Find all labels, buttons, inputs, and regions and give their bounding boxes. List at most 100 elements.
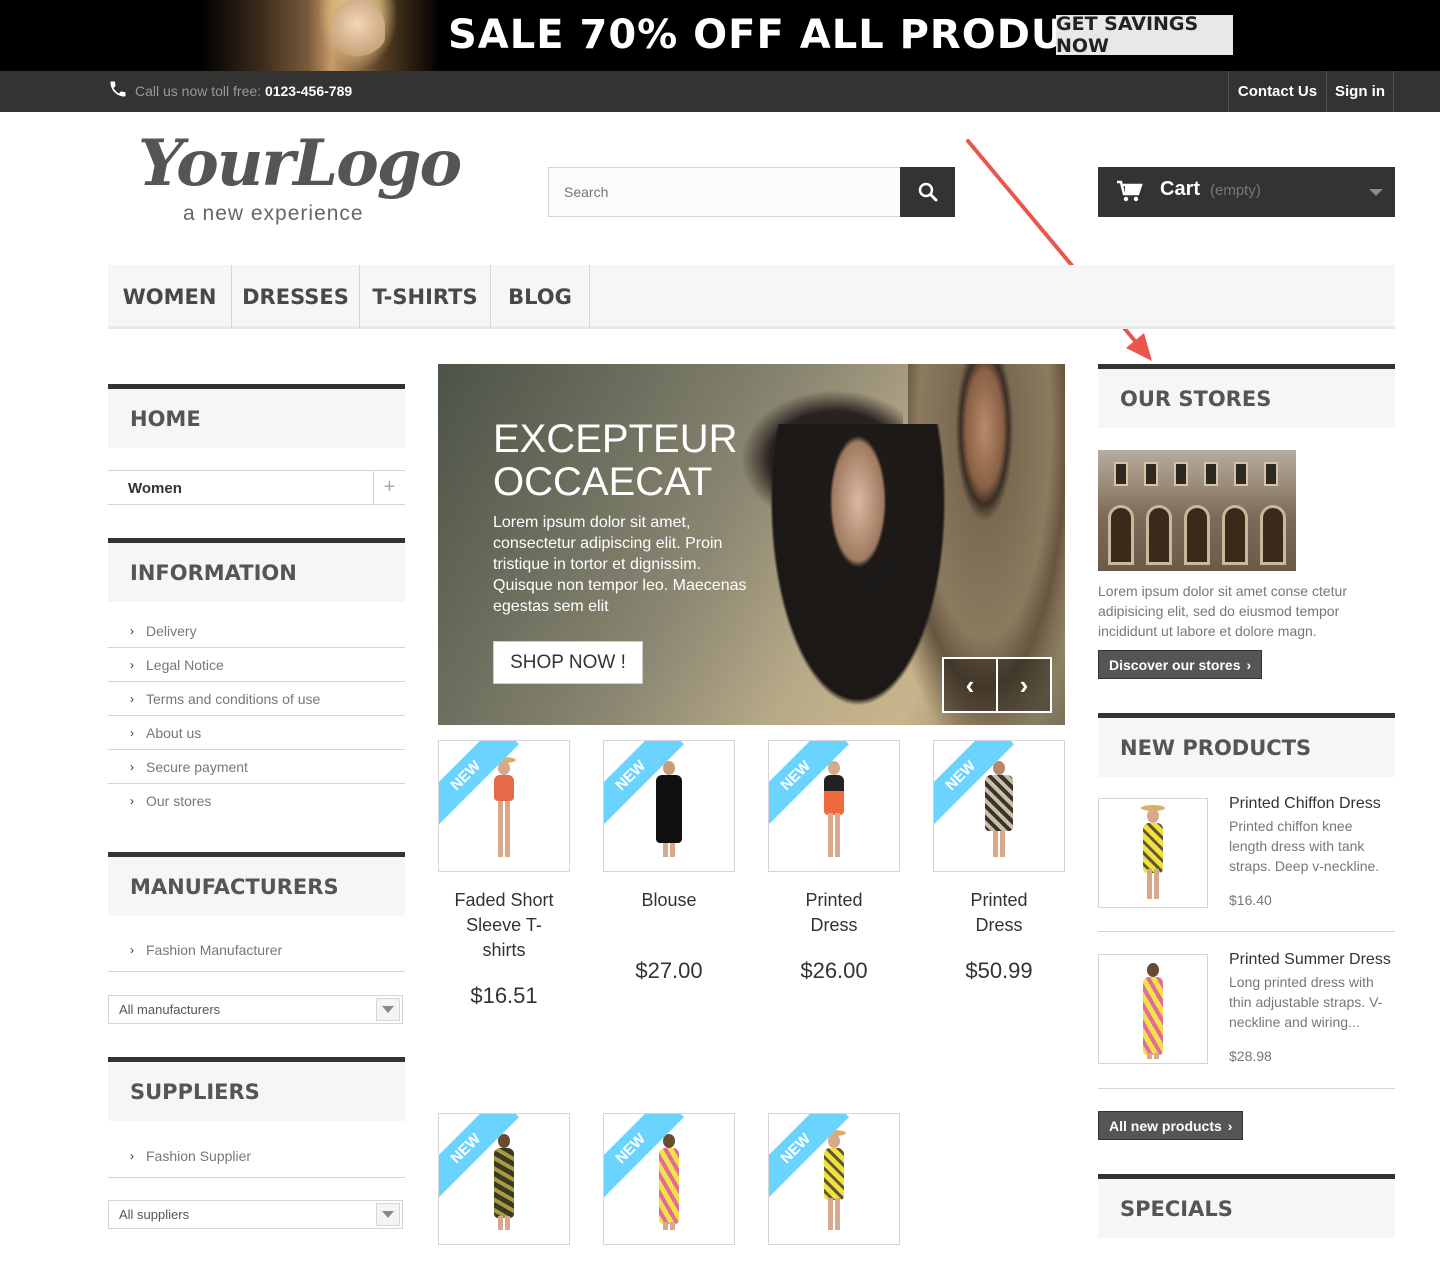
- main-menu: WOMEN DRESSES T-SHIRTS BLOG: [108, 265, 1395, 329]
- info-link-label: Secure payment: [146, 758, 248, 775]
- new-product-name[interactable]: Printed Chiffon Dress: [1229, 795, 1399, 813]
- discover-stores-label: Discover our stores: [1109, 656, 1241, 673]
- product-image[interactable]: NEW: [603, 740, 735, 872]
- chevron-right-icon: ›: [1246, 656, 1252, 673]
- discover-stores-button[interactable]: Discover our stores ›: [1098, 650, 1263, 679]
- homepage-slider[interactable]: EXCEPTEUR OCCAECAT Lorem ipsum dolor sit…: [438, 364, 1065, 725]
- info-link-our-stores[interactable]: › Our stores: [108, 784, 405, 818]
- our-stores-block-title[interactable]: OUR STORES: [1098, 364, 1395, 428]
- new-product-price: $28.98: [1229, 1048, 1272, 1064]
- annotation-arrow: [966, 139, 1152, 361]
- new-ribbon: NEW: [934, 741, 1019, 828]
- product-image[interactable]: NEW: [438, 1113, 570, 1245]
- chevron-right-icon: ›: [130, 691, 134, 706]
- product-name[interactable]: Printed Dress: [768, 888, 900, 938]
- product-name[interactable]: Faded Short Sleeve T-shirts: [438, 888, 570, 963]
- site-logo[interactable]: YourLogo a new experience: [138, 126, 462, 232]
- all-new-products-label: All new products: [1109, 1117, 1222, 1134]
- chevron-right-icon: ›: [130, 794, 134, 808]
- search-icon: [918, 182, 937, 202]
- search-button[interactable]: [900, 167, 955, 217]
- slider-title: EXCEPTEUR OCCAECAT: [493, 418, 738, 504]
- info-link-delivery[interactable]: › Delivery: [108, 614, 405, 648]
- info-link-label: Delivery: [146, 622, 197, 639]
- store-image[interactable]: [1098, 450, 1296, 571]
- new-product-name[interactable]: Printed Summer Dress: [1229, 951, 1399, 969]
- category-row-women[interactable]: Women +: [108, 470, 405, 505]
- menu-item-tshirts[interactable]: T-SHIRTS: [360, 265, 491, 329]
- sign-in-link[interactable]: Sign in: [1326, 71, 1394, 112]
- product-image[interactable]: NEW: [768, 740, 900, 872]
- all-new-products-button[interactable]: All new products ›: [1098, 1111, 1244, 1140]
- new-product-description: Long printed dress with thin adjustable …: [1229, 974, 1383, 1030]
- info-link-label: Our stores: [146, 793, 212, 809]
- plus-icon[interactable]: +: [373, 471, 405, 504]
- info-link-legal-notice[interactable]: › Legal Notice: [108, 648, 405, 682]
- product-name[interactable]: Blouse: [603, 888, 735, 913]
- logo-tagline: a new experience: [183, 202, 364, 225]
- suppliers-select[interactable]: All suppliers: [108, 1200, 403, 1229]
- product-price: $50.99: [965, 958, 1033, 983]
- supplier-link[interactable]: › Fashion Supplier: [108, 1134, 405, 1178]
- phone-number: 0123-456-789: [264, 83, 353, 99]
- call-us-label: Call us now toll free:: [135, 83, 262, 99]
- new-product-image[interactable]: [1098, 798, 1208, 908]
- banner-model-face: [330, 0, 385, 60]
- get-savings-button[interactable]: GET SAVINGS NOW: [1056, 13, 1233, 57]
- manufacturer-label: Fashion Manufacturer: [146, 941, 283, 958]
- chevron-right-icon: ›: [1019, 669, 1029, 700]
- slider-next-button[interactable]: ›: [996, 657, 1052, 713]
- logo-main-text: YourLogo: [138, 126, 462, 201]
- cart-status: (empty): [1210, 182, 1261, 199]
- product-price: $27.00: [635, 958, 703, 983]
- chevron-right-icon: ›: [130, 1148, 134, 1163]
- product-image[interactable]: NEW: [438, 740, 570, 872]
- chevron-down-icon: [1369, 189, 1383, 196]
- chevron-right-icon: ›: [1227, 1117, 1233, 1134]
- new-products-block-title[interactable]: NEW PRODUCTS: [1098, 713, 1395, 777]
- new-ribbon: NEW: [604, 1114, 689, 1201]
- info-link-secure-payment[interactable]: › Secure payment: [108, 750, 405, 784]
- new-product-image[interactable]: [1098, 954, 1208, 1064]
- product-image[interactable]: NEW: [933, 740, 1065, 872]
- product-model: [1138, 959, 1168, 1063]
- info-link-terms[interactable]: › Terms and conditions of use: [108, 682, 405, 716]
- top-nav-bar: Call us now toll free: 0123-456-789 Cont…: [0, 71, 1440, 112]
- product-name[interactable]: Printed Dress: [933, 888, 1065, 938]
- slider-text: Lorem ipsum dolor sit amet, consectetur …: [493, 514, 747, 615]
- new-ribbon: NEW: [439, 741, 524, 828]
- product-model: [1138, 805, 1168, 907]
- menu-item-women[interactable]: WOMEN: [108, 265, 232, 329]
- chevron-right-icon: ›: [130, 657, 134, 672]
- product-image[interactable]: NEW: [603, 1113, 735, 1245]
- slider-title-line-1: EXCEPTEUR: [493, 417, 738, 461]
- promo-banner[interactable]: SALE 70% OFF ALL PRODUCTS GET SAVINGS NO…: [0, 0, 1440, 71]
- chevron-left-icon: ‹: [965, 669, 975, 700]
- search-input[interactable]: [549, 168, 901, 216]
- divider: [1098, 931, 1395, 932]
- specials-block-title[interactable]: SPECIALS: [1098, 1174, 1395, 1238]
- info-link-about-us[interactable]: › About us: [108, 716, 405, 750]
- manufacturers-select[interactable]: All manufacturers: [108, 995, 403, 1024]
- chevron-down-icon: [376, 1203, 400, 1226]
- info-link-label: About us: [146, 724, 202, 741]
- product-image[interactable]: NEW: [768, 1113, 900, 1245]
- manufacturer-link[interactable]: › Fashion Manufacturer: [108, 928, 405, 972]
- category-label: Women: [128, 480, 182, 497]
- cart-label: Cart: [1160, 178, 1201, 200]
- menu-item-dresses[interactable]: DRESSES: [232, 265, 360, 329]
- home-block-title[interactable]: HOME: [108, 384, 405, 448]
- manufacturers-block-title[interactable]: MANUFACTURERS: [108, 852, 405, 916]
- new-ribbon: NEW: [439, 1114, 524, 1201]
- slider-prev-button[interactable]: ‹: [942, 657, 998, 713]
- new-product-price: $16.40: [1229, 892, 1272, 908]
- menu-item-blog[interactable]: BLOG: [491, 265, 590, 329]
- slider-title-line-2: OCCAECAT: [493, 460, 713, 504]
- new-ribbon: NEW: [769, 1114, 854, 1201]
- shop-now-button[interactable]: SHOP NOW !: [493, 641, 643, 684]
- search-box: [548, 167, 955, 217]
- chevron-right-icon: ›: [130, 623, 134, 638]
- suppliers-block-title[interactable]: SUPPLIERS: [108, 1057, 405, 1121]
- chevron-right-icon: ›: [130, 759, 134, 774]
- contact-us-link[interactable]: Contact Us: [1228, 71, 1326, 112]
